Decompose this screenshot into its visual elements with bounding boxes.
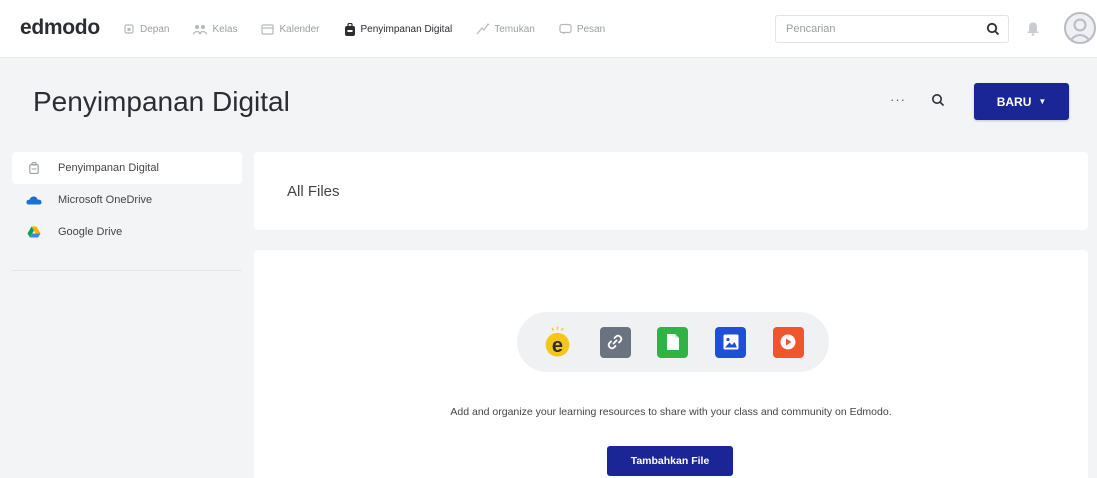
nav-item-kelas[interactable]: Kelas	[193, 23, 237, 35]
classes-icon	[193, 25, 208, 35]
backpack-icon	[24, 162, 44, 174]
more-options-button[interactable]: ···	[890, 92, 906, 107]
nav-item-temukan[interactable]: Temukan	[476, 23, 535, 35]
document-icon	[657, 326, 689, 358]
user-icon	[1068, 18, 1092, 42]
sidebar-item-google-drive[interactable]: Google Drive	[12, 216, 242, 248]
link-icon	[599, 326, 631, 358]
backpack-icon	[344, 22, 355, 36]
image-icon	[715, 326, 747, 358]
sidebar-item-label: Microsoft OneDrive	[58, 194, 153, 206]
chevron-down-icon: ▼	[1038, 97, 1047, 106]
user-avatar[interactable]	[1064, 12, 1096, 44]
video-icon	[772, 326, 804, 358]
sidebar-divider	[12, 270, 242, 271]
nav-label: Kalender	[279, 23, 320, 35]
sidebar-item-penyimpanan-digital[interactable]: Penyimpanan Digital	[12, 152, 242, 184]
sidebar-item-label: Penyimpanan Digital	[58, 162, 159, 174]
notification-bell-icon[interactable]	[1026, 20, 1040, 36]
nav-label: Kelas	[212, 23, 238, 35]
storage-sidebar: Penyimpanan Digital Microsoft OneDrive G…	[12, 152, 242, 248]
onedrive-icon	[24, 195, 44, 205]
nav-label: Penyimpanan Digital	[360, 23, 453, 35]
discover-icon	[476, 23, 490, 35]
edmodo-icon: e	[542, 326, 573, 358]
page-title: Penyimpanan Digital	[33, 86, 290, 117]
add-file-button[interactable]: Tambahkan File	[607, 446, 733, 476]
search-icon[interactable]	[931, 93, 945, 107]
message-icon	[559, 23, 572, 35]
empty-state-panel: e Add and organize your learning resourc…	[254, 250, 1088, 478]
global-search	[775, 15, 1009, 43]
nav-label: Pesan	[576, 23, 606, 35]
google-drive-icon	[24, 226, 44, 238]
sidebar-item-label: Google Drive	[58, 226, 123, 238]
search-icon[interactable]	[986, 22, 1000, 36]
nav-item-kalender[interactable]: Kalender	[261, 23, 320, 35]
nav-item-penyimpanan-digital[interactable]: Penyimpanan Digital	[344, 22, 453, 36]
home-icon	[124, 24, 134, 34]
nav-item-pesan[interactable]: Pesan	[559, 23, 605, 35]
nav-label: Depan	[140, 23, 170, 35]
all-files-header: All Files	[254, 152, 1088, 230]
empty-state-message: Add and organize your learning resources…	[450, 406, 892, 418]
file-types-illustration: e	[517, 312, 829, 372]
sidebar-item-microsoft-onedrive[interactable]: Microsoft OneDrive	[12, 184, 242, 216]
top-navbar: edmodo Depan Kelas Kalender Penyimpanan …	[0, 0, 1097, 58]
global-search-input[interactable]	[776, 23, 966, 35]
new-button-label: BARU	[996, 94, 1032, 109]
new-button[interactable]: BARU ▼	[974, 83, 1069, 120]
nav-item-depan[interactable]: Depan	[123, 23, 169, 35]
svg-text:e: e	[552, 335, 563, 357]
calendar-icon	[261, 24, 275, 35]
edmodo-logo[interactable]: edmodo	[20, 16, 100, 40]
section-title: All Files	[287, 183, 340, 200]
main-nav: Depan Kelas Kalender Penyimpanan Digital…	[123, 0, 629, 58]
nav-label: Temukan	[494, 23, 535, 35]
